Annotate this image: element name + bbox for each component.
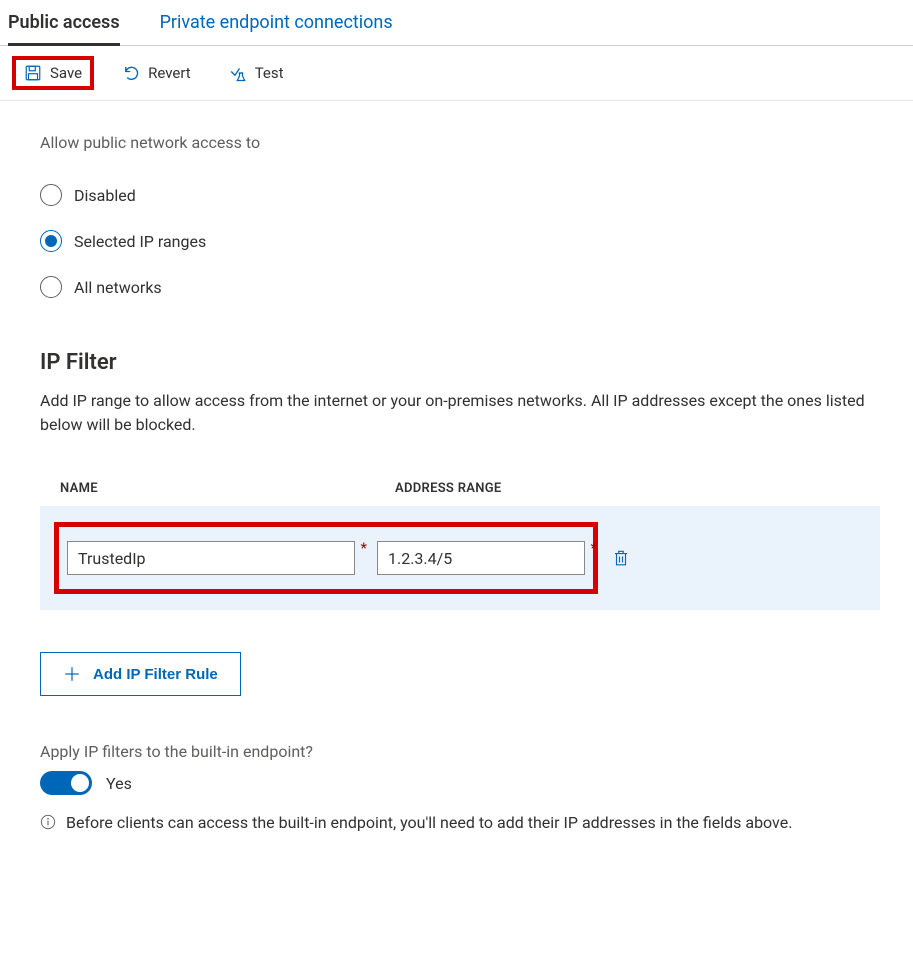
add-rule-label: Add IP Filter Rule — [93, 666, 218, 683]
add-ip-filter-rule-button[interactable]: Add IP Filter Rule — [40, 652, 241, 696]
test-icon — [229, 64, 247, 82]
delete-rule-button[interactable] — [612, 548, 630, 568]
toggle-knob — [71, 774, 89, 792]
ip-filter-heading: IP Filter — [40, 350, 881, 375]
radio-selected-ip[interactable]: Selected IP ranges — [40, 218, 881, 264]
radio-all-networks[interactable]: All networks — [40, 264, 881, 310]
info-icon — [40, 814, 56, 830]
builtin-toggle-row: Yes — [40, 771, 881, 795]
radio-label: Selected IP ranges — [74, 232, 206, 251]
builtin-endpoint-label: Apply IP filters to the built-in endpoin… — [40, 742, 881, 761]
table-row: * * — [40, 506, 880, 610]
revert-icon — [122, 64, 140, 82]
radio-label: All networks — [74, 278, 162, 297]
ip-filter-description: Add IP range to allow access from the in… — [40, 389, 881, 437]
revert-button[interactable]: Revert — [112, 58, 201, 88]
tab-bar: Public access Private endpoint connectio… — [0, 0, 913, 46]
radio-icon — [40, 184, 62, 206]
save-icon — [24, 64, 42, 82]
command-bar: Save Revert Test — [0, 46, 913, 101]
trash-icon — [612, 548, 630, 568]
address-field-wrap: * — [377, 541, 585, 575]
test-label: Test — [255, 64, 284, 82]
builtin-endpoint-toggle[interactable] — [40, 771, 92, 795]
content-panel: Allow public network access to Disabled … — [0, 101, 913, 875]
name-field-wrap: * — [67, 541, 355, 575]
access-section-label: Allow public network access to — [40, 133, 881, 152]
highlighted-inputs: * * — [54, 522, 598, 594]
table-header-row: NAME ADDRESS RANGE — [40, 473, 880, 506]
access-radio-group: Disabled Selected IP ranges All networks — [40, 172, 881, 310]
radio-disabled[interactable]: Disabled — [40, 172, 881, 218]
plus-icon — [63, 665, 81, 683]
tab-label: Public access — [8, 12, 120, 33]
save-button[interactable]: Save — [12, 56, 94, 90]
toggle-value-label: Yes — [106, 774, 132, 793]
test-button[interactable]: Test — [219, 58, 294, 88]
builtin-info-message: Before clients can access the built-in e… — [40, 811, 881, 835]
save-label: Save — [50, 64, 82, 82]
radio-label: Disabled — [74, 186, 136, 205]
tab-private-endpoint[interactable]: Private endpoint connections — [160, 0, 409, 45]
radio-icon — [40, 230, 62, 252]
ip-rule-address-input[interactable] — [377, 541, 585, 575]
column-header-name: NAME — [60, 481, 395, 496]
required-indicator: * — [361, 539, 367, 557]
required-indicator: * — [591, 539, 597, 557]
tab-public-access[interactable]: Public access — [8, 0, 136, 45]
column-header-address: ADDRESS RANGE — [395, 481, 655, 496]
info-text: Before clients can access the built-in e… — [66, 811, 792, 835]
ip-filter-table: NAME ADDRESS RANGE * * — [40, 473, 880, 610]
revert-label: Revert — [148, 64, 191, 82]
ip-rule-name-input[interactable] — [67, 541, 355, 575]
tab-label: Private endpoint connections — [160, 12, 393, 33]
radio-icon — [40, 276, 62, 298]
